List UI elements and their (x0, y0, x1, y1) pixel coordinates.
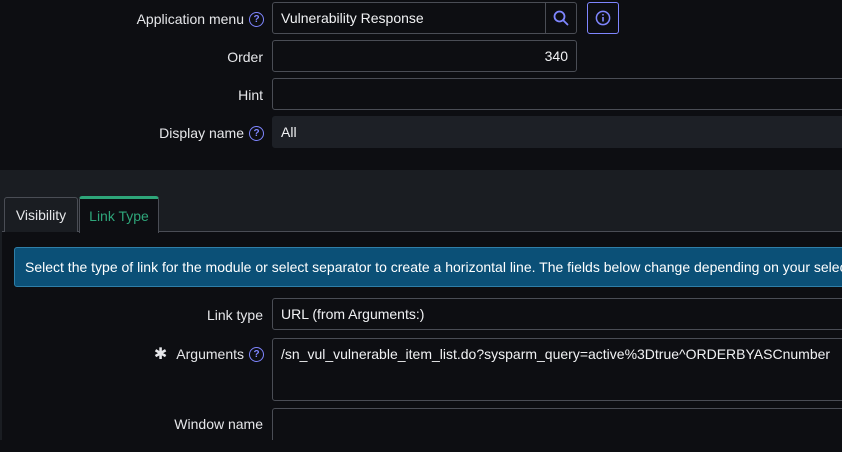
info-banner-text: Select the type of link for the module o… (25, 259, 842, 275)
help-icon[interactable]: ? (249, 11, 264, 27)
link-type-label: Link type (206, 307, 263, 323)
tab-visibility-label: Visibility (15, 207, 67, 223)
arguments-label: Arguments (176, 346, 244, 362)
display-name-label-row: Display name ? (100, 125, 264, 141)
link-type-select[interactable]: URL (from Arguments:) (272, 298, 842, 330)
search-icon (553, 10, 569, 26)
display-name-value: All (281, 124, 297, 140)
window-name-label: Window name (174, 416, 263, 432)
tab-link-type[interactable]: Link Type (79, 196, 159, 233)
arguments-label-row: ✱ Arguments ? (100, 344, 264, 364)
help-icon[interactable]: ? (249, 125, 264, 141)
tab-link-type-label: Link Type (89, 208, 149, 224)
order-field[interactable]: 340 (272, 40, 577, 72)
application-menu-field[interactable]: Vulnerability Response (272, 2, 546, 34)
hint-field[interactable] (272, 78, 842, 110)
display-name-field[interactable]: All (272, 116, 842, 148)
window-name-field[interactable] (272, 408, 842, 440)
link-type-value: URL (from Arguments:) (281, 306, 425, 322)
display-name-label: Display name (159, 125, 244, 141)
arguments-textarea[interactable]: /sn_vul_vulnerable_item_list.do?sysparm_… (272, 338, 842, 401)
tab-visibility[interactable]: Visibility (4, 197, 78, 232)
order-value: 340 (544, 48, 568, 64)
application-menu-value: Vulnerability Response (281, 10, 424, 26)
application-menu-info-button[interactable] (587, 2, 619, 34)
hint-label: Hint (238, 87, 263, 103)
application-menu-label-row: Application menu ? (100, 11, 264, 27)
arguments-value: /sn_vul_vulnerable_item_list.do?sysparm_… (281, 346, 831, 362)
required-marker: ✱ (153, 346, 168, 363)
order-label: Order (227, 49, 263, 65)
application-menu-label: Application menu (136, 11, 244, 27)
help-icon[interactable]: ? (249, 346, 264, 362)
application-menu-search-button[interactable] (545, 2, 577, 34)
info-icon (595, 10, 611, 26)
info-banner: Select the type of link for the module o… (14, 247, 842, 287)
